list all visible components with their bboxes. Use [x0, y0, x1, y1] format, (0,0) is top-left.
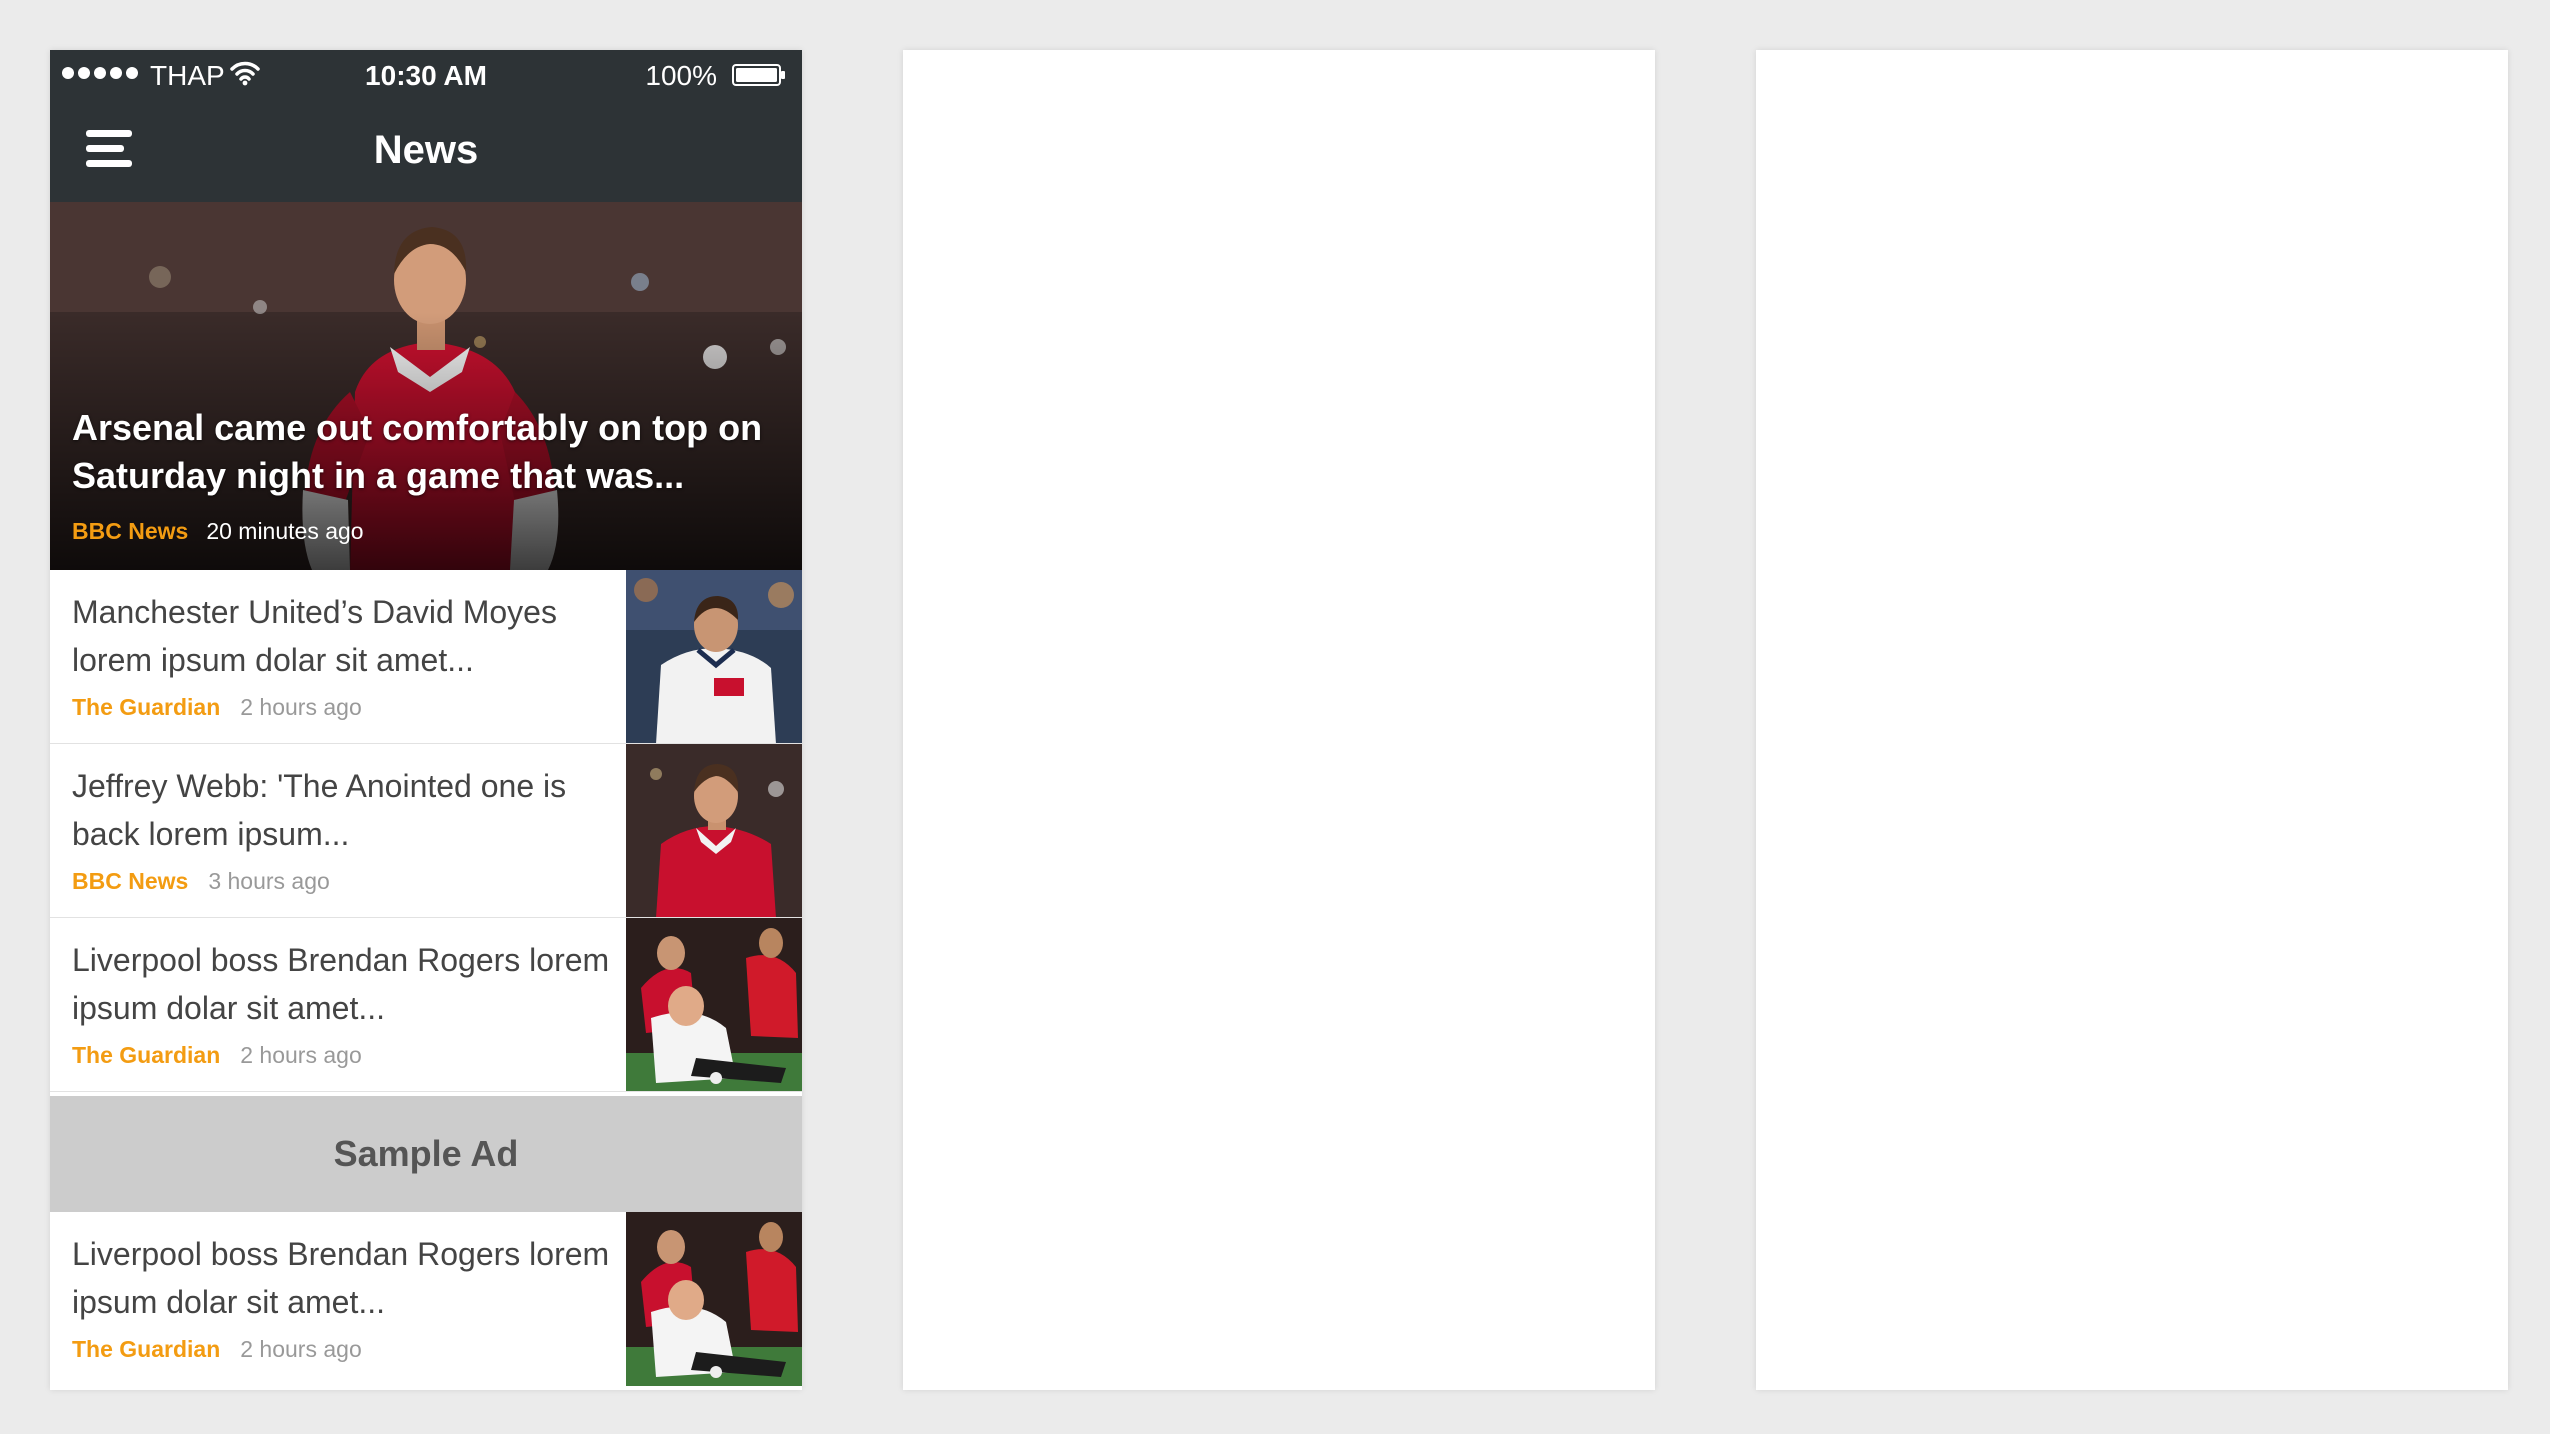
article-meta: The Guardian 2 hours ago	[72, 694, 362, 721]
news-list-item[interactable]: Liverpool boss Brendan Rogers lorem ipsu…	[50, 1212, 802, 1386]
article-title: Manchester United’s David Moyes lorem ip…	[72, 594, 557, 678]
blank-screen-placeholder	[1756, 50, 2508, 1390]
article-source[interactable]: The Guardian	[72, 1042, 220, 1068]
article-meta: BBC News 3 hours ago	[72, 868, 330, 895]
featured-article-meta: BBC News 20 minutes ago	[72, 518, 364, 545]
article-thumbnail	[626, 570, 802, 743]
article-meta: The Guardian 2 hours ago	[72, 1336, 362, 1363]
article-time: 2 hours ago	[240, 1336, 362, 1362]
status-bar: THAP 10:30 AM 100%	[50, 50, 802, 100]
sample-ad-banner[interactable]: Sample Ad	[50, 1096, 802, 1212]
page-title: News	[373, 128, 479, 172]
news-list-item[interactable]: Liverpool boss Brendan Rogers lorem ipsu…	[50, 918, 802, 1092]
nav-bar: News	[50, 100, 802, 202]
news-list-item[interactable]: Manchester United’s David Moyes lorem ip…	[50, 570, 802, 744]
phone-screen: THAP 10:30 AM 100% News Arsenal came out…	[50, 50, 802, 1390]
article-source[interactable]: BBC News	[72, 518, 188, 544]
battery-icon	[732, 64, 785, 86]
article-meta: The Guardian 2 hours ago	[72, 1042, 362, 1069]
article-title: Liverpool boss Brendan Rogers lorem ipsu…	[72, 942, 610, 1026]
blank-screen-placeholder	[903, 50, 1655, 1390]
article-time: 3 hours ago	[208, 868, 330, 894]
article-thumbnail	[626, 918, 802, 1091]
article-time: 2 hours ago	[240, 694, 362, 720]
featured-article-overlay	[50, 202, 802, 570]
featured-article[interactable]: Arsenal came out comfortably on top on S…	[50, 202, 802, 570]
article-time: 2 hours ago	[240, 1042, 362, 1068]
featured-article-headline: Arsenal came out comfortably on top on S…	[72, 407, 763, 496]
news-list-item[interactable]: Jeffrey Webb: 'The Anointed one is back …	[50, 744, 802, 918]
article-title: Liverpool boss Brendan Rogers lorem ipsu…	[72, 1236, 610, 1320]
battery-percent: 100%	[645, 60, 717, 91]
article-source[interactable]: The Guardian	[72, 1336, 220, 1362]
article-time: 20 minutes ago	[206, 518, 364, 544]
article-source[interactable]: The Guardian	[72, 694, 220, 720]
article-title: Jeffrey Webb: 'The Anointed one is back …	[72, 768, 567, 852]
article-thumbnail	[626, 1212, 802, 1386]
article-source[interactable]: BBC News	[72, 868, 188, 894]
article-thumbnail	[626, 744, 802, 917]
